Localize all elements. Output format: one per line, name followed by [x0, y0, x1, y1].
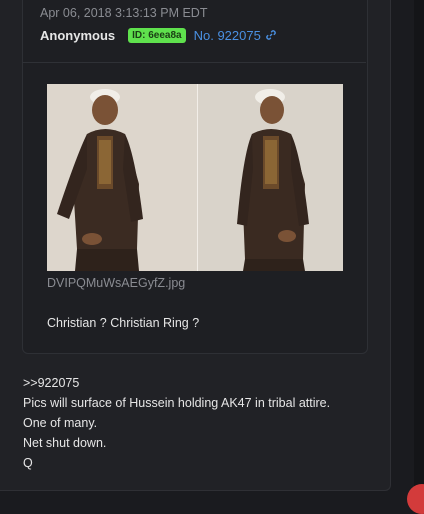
reply-line: One of many.	[23, 416, 98, 430]
reply-body: >>922075 Pics will surface of Hussein ho…	[23, 373, 330, 473]
reply-line: Q	[23, 456, 33, 470]
post-divider	[22, 62, 366, 63]
reply-line: Net shut down.	[23, 436, 107, 450]
post-author: Anonymous	[40, 27, 116, 43]
notification-dot-icon[interactable]	[407, 484, 424, 514]
reply-quote-link[interactable]: >>922075	[23, 373, 330, 393]
post-image[interactable]	[47, 84, 343, 271]
post-number-link[interactable]: No. 922075	[194, 28, 277, 43]
poster-id-badge[interactable]: ID: 6eea8a	[128, 27, 186, 43]
image-filename-link[interactable]: DVIPQMuWsAEGyfZ.jpg	[47, 276, 185, 290]
post-date: Apr 06, 2018 3:13:13 PM EDT	[40, 6, 208, 20]
reply-line: Pics will surface of Hussein holding AK4…	[23, 396, 331, 410]
post-number[interactable]: No. 922075	[194, 28, 261, 43]
scrollbar[interactable]	[414, 0, 424, 500]
post-caption: Christian ? Christian Ring ?	[47, 316, 200, 330]
link-icon[interactable]	[265, 29, 277, 41]
post-meta: Anonymous ID: 6eea8a No. 922075	[40, 26, 277, 44]
